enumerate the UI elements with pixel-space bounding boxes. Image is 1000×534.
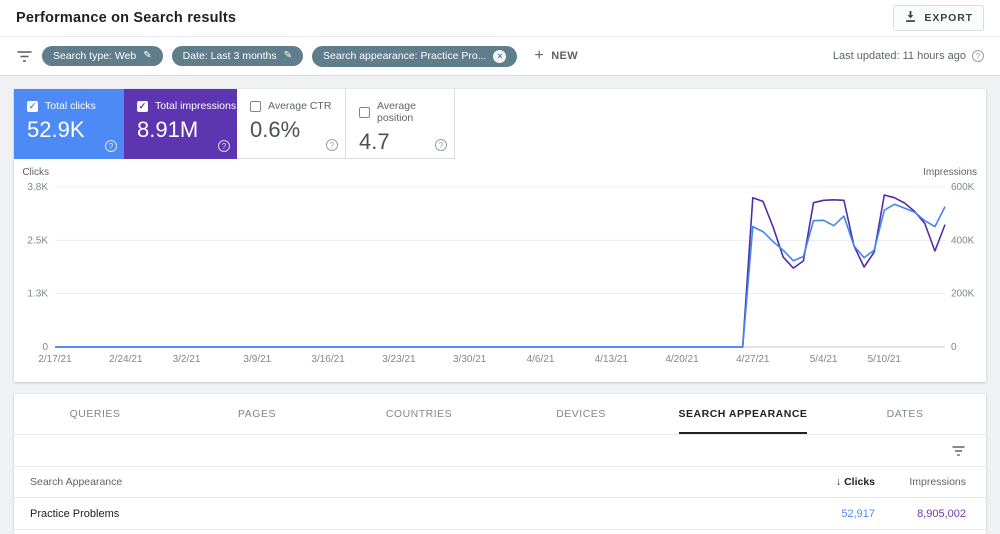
top-header: Performance on Search results EXPORT	[0, 0, 1000, 37]
plus-icon: +	[534, 47, 545, 64]
svg-text:2.5K: 2.5K	[27, 235, 48, 246]
download-icon	[904, 10, 917, 26]
help-icon[interactable]: ?	[326, 139, 338, 151]
column-header-clicks[interactable]: ↓ Clicks	[780, 476, 875, 488]
table-row[interactable]: Practice Problems 52,917 8,905,002	[14, 498, 986, 530]
new-filter-button[interactable]: + NEW	[534, 48, 578, 64]
edit-icon[interactable]: ✎	[284, 51, 292, 61]
tab-dates[interactable]: DATES	[824, 394, 986, 434]
help-icon[interactable]: ?	[972, 50, 984, 62]
svg-text:Impressions: Impressions	[923, 167, 977, 178]
filter-bar: Search type: Web ✎ Date: Last 3 months ✎…	[0, 37, 1000, 76]
svg-text:0: 0	[42, 342, 48, 353]
svg-text:3/2/21: 3/2/21	[173, 354, 201, 365]
svg-text:4/13/21: 4/13/21	[595, 354, 629, 365]
metric-card-total-clicks[interactable]: ✓ Total clicks 52.9K ?	[14, 89, 124, 159]
checkbox-unchecked-icon[interactable]	[250, 100, 261, 112]
help-icon[interactable]: ?	[435, 139, 447, 151]
svg-text:600K: 600K	[951, 182, 975, 193]
filter-chip-search-type[interactable]: Search type: Web ✎	[42, 46, 163, 66]
export-button[interactable]: EXPORT	[893, 5, 984, 31]
svg-text:2/24/21: 2/24/21	[109, 354, 143, 365]
svg-text:0: 0	[951, 342, 957, 353]
svg-text:4/6/21: 4/6/21	[527, 354, 555, 365]
column-header-search-appearance[interactable]: Search Appearance	[30, 476, 780, 488]
svg-text:3.8K: 3.8K	[27, 182, 48, 193]
svg-text:3/30/21: 3/30/21	[453, 354, 487, 365]
help-icon[interactable]: ?	[105, 140, 117, 152]
svg-text:Clicks: Clicks	[22, 167, 49, 178]
content-area: ✓ Total clicks 52.9K ? ✓ Total impressio…	[0, 76, 1000, 534]
chart-card: ✓ Total clicks 52.9K ? ✓ Total impressio…	[14, 89, 986, 382]
last-updated-text: Last updated: 11 hours ago	[832, 50, 966, 62]
metric-label: Total clicks	[45, 100, 96, 112]
metric-label: Total impressions	[155, 100, 237, 112]
tab-devices[interactable]: DEVICES	[500, 394, 662, 434]
export-button-label: EXPORT	[924, 12, 973, 24]
metric-label: Average CTR	[268, 100, 332, 112]
edit-icon[interactable]: ✎	[143, 51, 151, 61]
tab-queries[interactable]: QUERIES	[14, 394, 176, 434]
metric-card-total-impressions[interactable]: ✓ Total impressions 8.91M ?	[124, 89, 237, 159]
row-impressions-value: 8,905,002	[917, 507, 966, 520]
metric-label: Average position	[377, 100, 416, 124]
filter-chip-search-appearance[interactable]: Search appearance: Practice Pro... ×	[312, 45, 518, 67]
tab-search-appearance[interactable]: SEARCH APPEARANCE	[662, 394, 824, 434]
chart-area: 3.8K 600K 2.5K 400K 1.3K 200K 0 0 Clicks Impressi…	[14, 159, 986, 382]
filter-chip-label: Search appearance: Practice Pro...	[323, 50, 487, 62]
svg-text:5/4/21: 5/4/21	[810, 354, 838, 365]
svg-text:3/16/21: 3/16/21	[311, 354, 345, 365]
help-icon[interactable]: ?	[218, 140, 230, 152]
svg-text:2/17/21: 2/17/21	[38, 354, 72, 365]
row-name: Practice Problems	[30, 507, 120, 520]
metric-card-average-position[interactable]: Average position 4.7 ?	[346, 89, 455, 159]
filter-chip-label: Search type: Web	[53, 50, 137, 62]
performance-line-chart: 3.8K 600K 2.5K 400K 1.3K 200K 0 0 Clicks Impressi…	[22, 167, 977, 365]
checkbox-checked-icon[interactable]: ✓	[137, 100, 148, 112]
last-updated: Last updated: 11 hours ago ?	[833, 50, 984, 62]
dimensions-table-card: QUERIES PAGES COUNTRIES DEVICES SEARCH A…	[14, 394, 986, 534]
dimension-tabs: QUERIES PAGES COUNTRIES DEVICES SEARCH A…	[14, 394, 986, 435]
tab-countries[interactable]: COUNTRIES	[338, 394, 500, 434]
new-filter-label: NEW	[551, 50, 579, 62]
remove-filter-icon[interactable]: ×	[493, 49, 507, 63]
svg-text:5/10/21: 5/10/21	[868, 354, 902, 365]
filter-chip-date[interactable]: Date: Last 3 months ✎	[171, 46, 304, 66]
metric-card-average-ctr[interactable]: Average CTR 0.6% ?	[237, 89, 346, 159]
filter-chip-label: Date: Last 3 months	[182, 50, 277, 62]
row-clicks-value: 52,917	[841, 507, 875, 520]
svg-text:3/23/21: 3/23/21	[382, 354, 416, 365]
svg-text:200K: 200K	[951, 289, 975, 300]
page-title: Performance on Search results	[16, 10, 237, 26]
checkbox-checked-icon[interactable]: ✓	[27, 100, 38, 112]
tab-pages[interactable]: PAGES	[176, 394, 338, 434]
metrics-row: ✓ Total clicks 52.9K ? ✓ Total impressio…	[14, 89, 986, 159]
table-toolbar	[14, 435, 986, 467]
column-header-impressions[interactable]: Impressions	[875, 476, 966, 488]
checkbox-unchecked-icon[interactable]	[359, 106, 370, 118]
svg-text:4/20/21: 4/20/21	[665, 354, 699, 365]
sort-desc-icon: ↓	[835, 476, 842, 488]
svg-text:400K: 400K	[951, 235, 975, 246]
filter-icon[interactable]	[16, 50, 33, 63]
svg-text:4/27/21: 4/27/21	[736, 354, 770, 365]
svg-text:3/9/21: 3/9/21	[243, 354, 271, 365]
svg-text:1.3K: 1.3K	[27, 289, 48, 300]
table-filter-icon[interactable]	[951, 445, 966, 457]
table-header-row: Search Appearance ↓ Clicks Impressions	[14, 467, 986, 498]
